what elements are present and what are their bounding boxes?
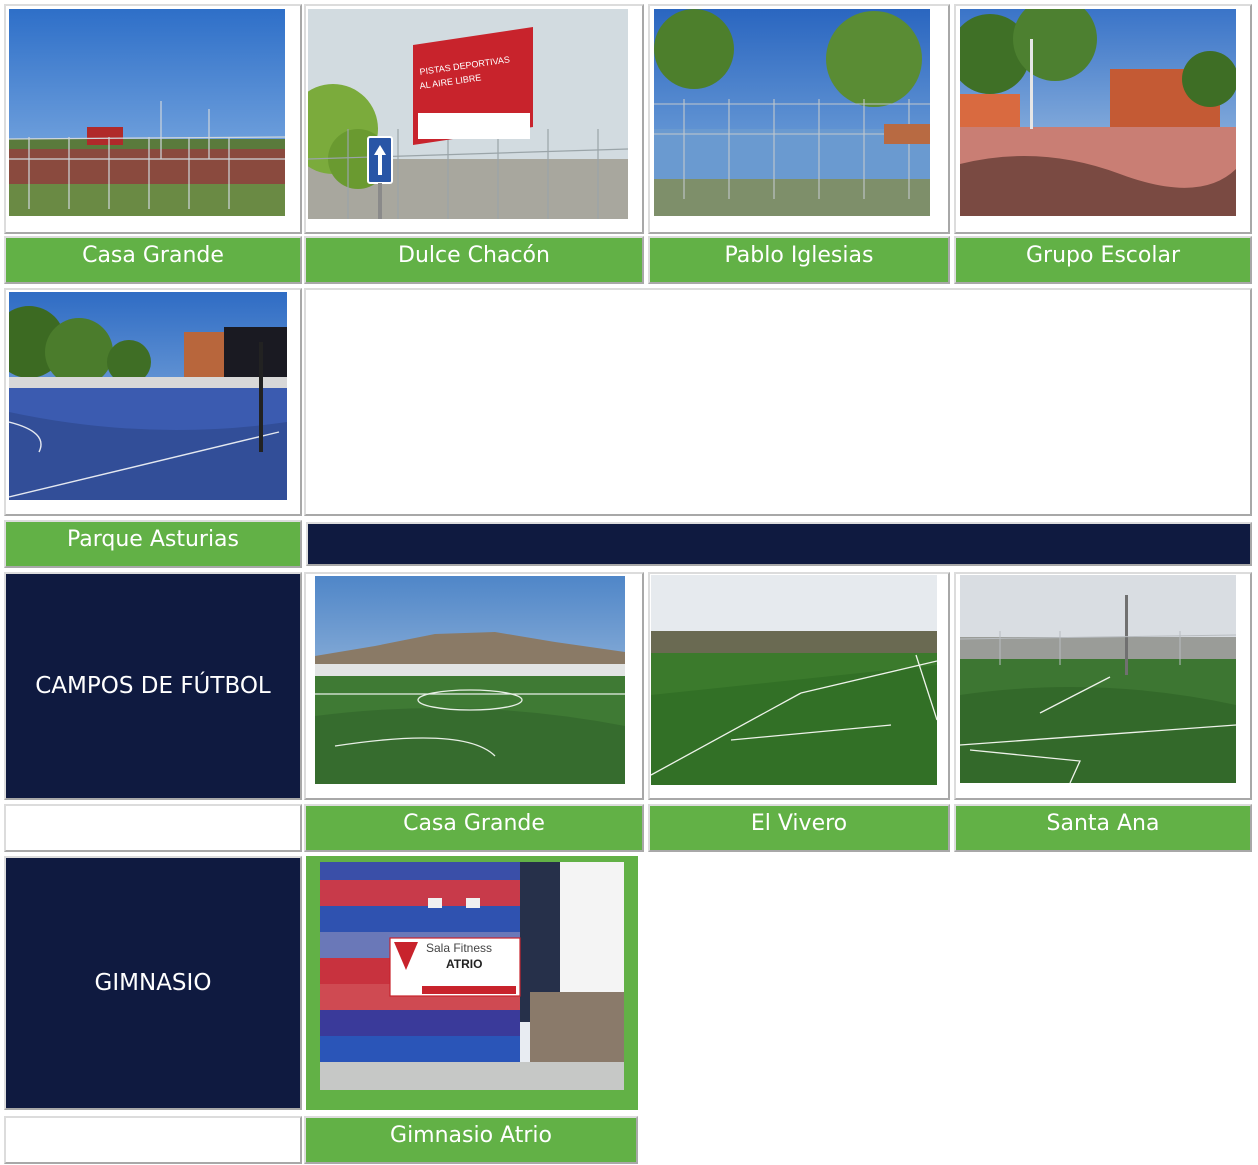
- empty-label-cell: [4, 1116, 302, 1164]
- section-gimnasio: GIMNASIO: [4, 856, 302, 1110]
- photo-cell-gimnasio-atrio: Sala Fitness ATRIO: [306, 856, 638, 1110]
- photo-gimnasio-atrio[interactable]: Sala Fitness ATRIO: [320, 862, 624, 1090]
- label-santa-ana[interactable]: Santa Ana: [954, 804, 1252, 852]
- photo-cell-football-casa-grande: [304, 572, 644, 800]
- sign-line1: Sala Fitness: [426, 941, 492, 955]
- photo-parque-asturias[interactable]: [9, 292, 287, 500]
- label-text: Dulce Chacón: [398, 243, 550, 268]
- photo-el-vivero[interactable]: [651, 575, 937, 785]
- photo-cell-el-vivero: [648, 572, 950, 800]
- label-text: Gimnasio Atrio: [390, 1123, 552, 1148]
- label-text: El Vivero: [750, 811, 848, 836]
- label-pablo-iglesias[interactable]: Pablo Iglesias: [648, 236, 950, 284]
- photo-grupo-escolar[interactable]: [960, 9, 1236, 216]
- label-gimnasio-atrio[interactable]: Gimnasio Atrio: [304, 1116, 638, 1164]
- label-dulce-chacon[interactable]: Dulce Chacón: [304, 236, 644, 284]
- photo-dulce-chacon[interactable]: PISTAS DEPORTIVAS AL AIRE LIBRE: [308, 9, 628, 219]
- label-casa-grande[interactable]: Casa Grande: [4, 236, 302, 284]
- photo-cell-casa-grande-courts: [4, 4, 302, 234]
- label-text: Parque Asturias: [66, 527, 240, 552]
- photo-cell-parque-asturias: [4, 288, 302, 516]
- label-text: Santa Ana: [1046, 811, 1160, 836]
- navy-bar: [306, 522, 1252, 566]
- label-text: Casa Grande: [82, 243, 224, 268]
- photo-santa-ana[interactable]: [960, 575, 1236, 783]
- empty-panel: [304, 288, 1252, 516]
- empty-label-cell: [4, 804, 302, 852]
- photo-cell-grupo-escolar: [954, 4, 1252, 234]
- photo-football-casa-grande[interactable]: [315, 576, 625, 784]
- sign-line2: ATRIO: [446, 957, 482, 971]
- label-football-casa-grande[interactable]: Casa Grande: [304, 804, 644, 852]
- section-title: GIMNASIO: [94, 970, 212, 996]
- photo-casa-grande-courts[interactable]: [9, 9, 285, 216]
- photo-pablo-iglesias[interactable]: [654, 9, 930, 216]
- photo-cell-dulce-chacon: PISTAS DEPORTIVAS AL AIRE LIBRE: [304, 4, 644, 234]
- label-text: Pablo Iglesias: [724, 243, 874, 268]
- photo-cell-pablo-iglesias: [648, 4, 950, 234]
- section-campos-de-futbol: CAMPOS DE FÚTBOL: [4, 572, 302, 800]
- label-grupo-escolar[interactable]: Grupo Escolar: [954, 236, 1252, 284]
- label-el-vivero[interactable]: El Vivero: [648, 804, 950, 852]
- label-text: Casa Grande: [403, 811, 545, 836]
- label-parque-asturias[interactable]: Parque Asturias: [4, 520, 302, 568]
- section-title: CAMPOS DE FÚTBOL: [35, 673, 271, 699]
- label-text: Grupo Escolar: [1025, 243, 1180, 268]
- photo-cell-santa-ana: [954, 572, 1252, 800]
